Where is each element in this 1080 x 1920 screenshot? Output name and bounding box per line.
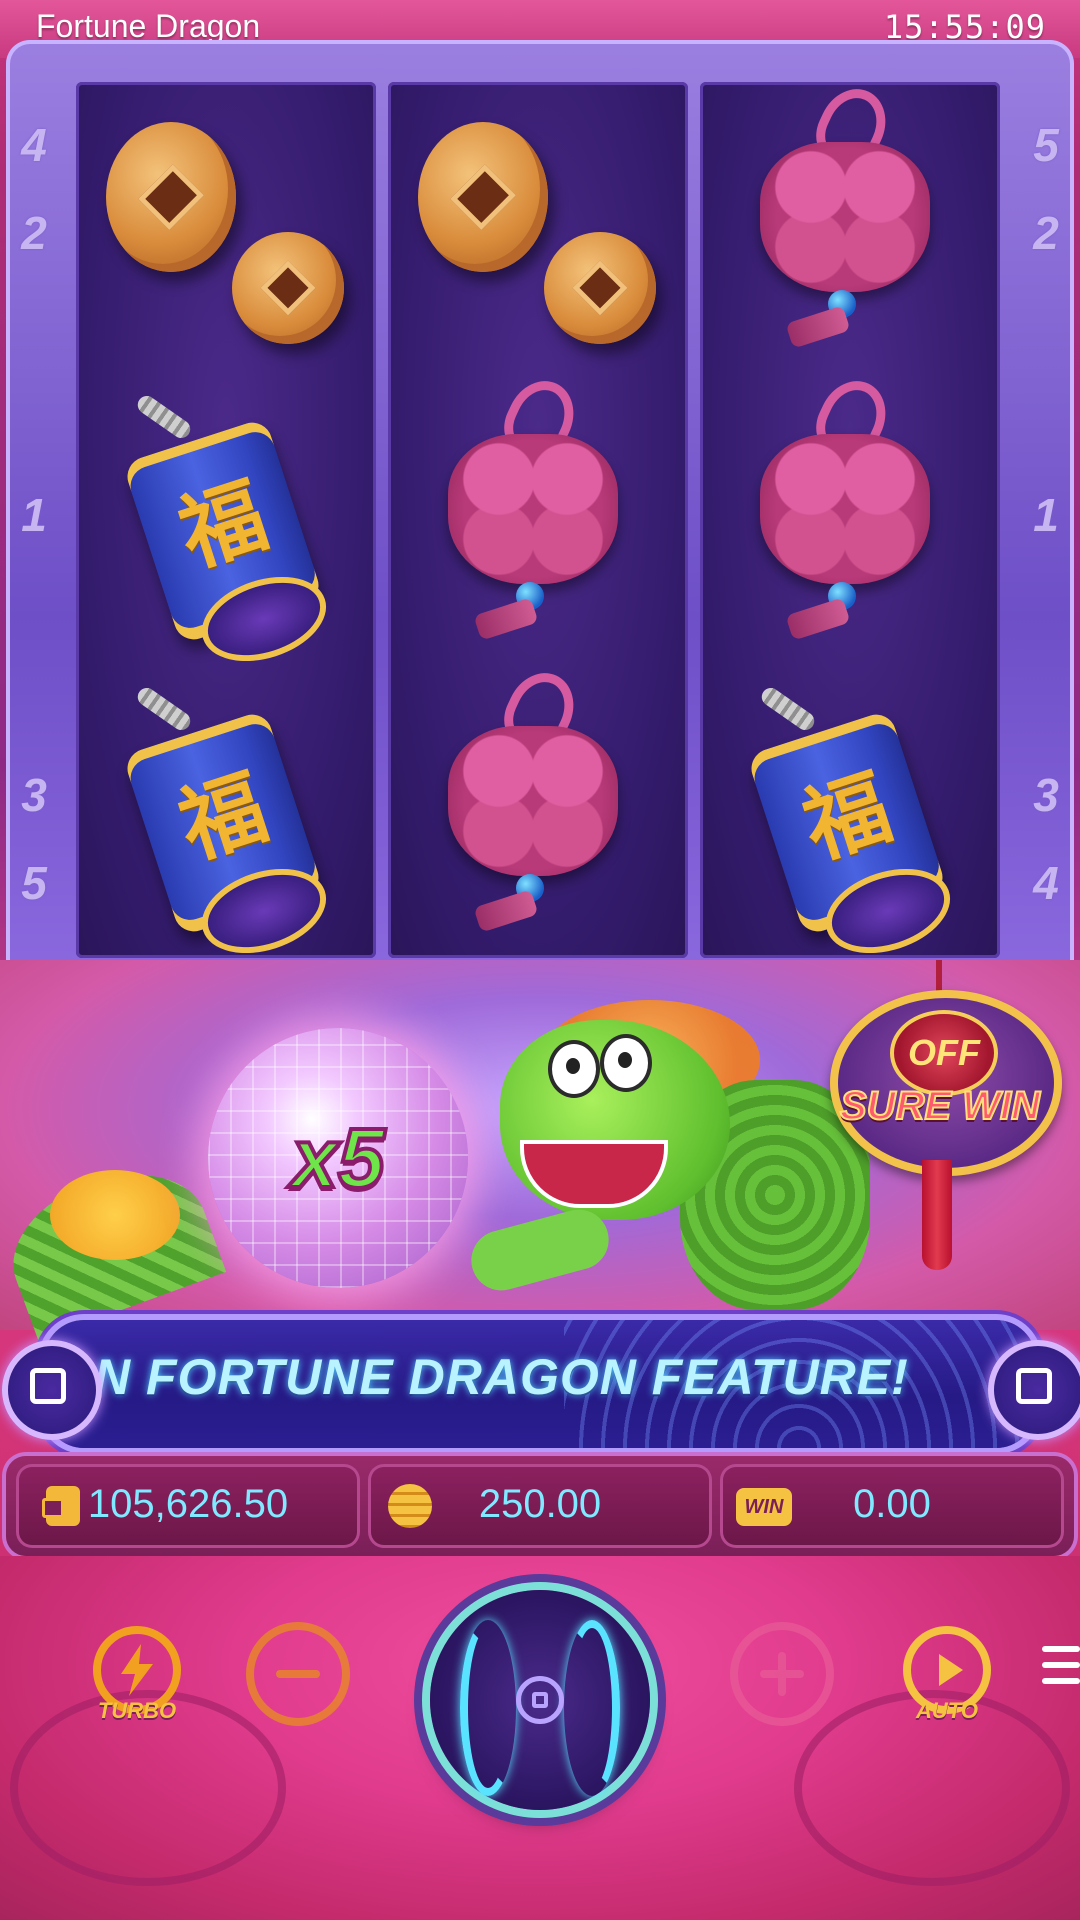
payline-number: 2: [21, 207, 47, 259]
coins-symbol: [76, 82, 376, 374]
menu-button[interactable]: [1040, 1646, 1080, 1686]
ticker-right-button[interactable]: [988, 1340, 1080, 1440]
spin-arrow-icon: [564, 1620, 620, 1796]
payline-number: 3: [1033, 769, 1059, 821]
payline-number: 5: [21, 857, 47, 909]
payline-number: 4: [21, 119, 47, 171]
bet-value: 250.00: [478, 1482, 602, 1526]
reel-2: [388, 82, 688, 958]
chinese-knot-symbol: [388, 370, 688, 666]
turbo-label: TURBO: [97, 1698, 177, 1723]
menu-icon-line: [1042, 1678, 1080, 1684]
menu-icon-line: [1042, 1662, 1080, 1668]
reel-1: 福 福: [76, 82, 376, 968]
win-value: 0.00: [853, 1482, 931, 1526]
dragon-eye: [600, 1034, 652, 1092]
reel-3: 福: [700, 78, 1000, 968]
payline-number: 3: [21, 769, 47, 821]
chinese-knot-symbol: [700, 370, 1000, 666]
payline-number: 1: [21, 489, 47, 541]
dragon-eye: [548, 1040, 600, 1098]
decrease-bet-button[interactable]: [246, 1622, 350, 1726]
turbo-button[interactable]: TURBO: [82, 1626, 192, 1726]
badge-tassel: [922, 1160, 952, 1270]
balance-panel[interactable]: 105,626.50: [16, 1464, 360, 1548]
spin-arrow-icon: [460, 1620, 516, 1796]
ticker-left-button[interactable]: [2, 1340, 102, 1440]
payline-number: 2: [1033, 207, 1059, 259]
chinese-knot-symbol: [700, 78, 1000, 374]
win-panel[interactable]: WIN 0.00: [720, 1464, 1064, 1548]
payline-number: 5: [1033, 119, 1059, 171]
payline-number: 4: [1033, 857, 1059, 909]
auto-label: AUTO: [916, 1698, 978, 1723]
dragon-tail-tip: [50, 1170, 180, 1260]
firecracker-symbol: 福: [76, 666, 376, 968]
payline-number: 1: [1033, 489, 1059, 541]
increase-bet-button[interactable]: [730, 1622, 834, 1726]
bet-panel[interactable]: 250.00: [368, 1464, 712, 1548]
feature-ticker: N FORTUNE DRAGON FEATURE!: [44, 1320, 1036, 1448]
coins-symbol: [388, 82, 688, 374]
firecracker-symbol: 福: [700, 666, 1000, 968]
chinese-knot-symbol: [388, 662, 688, 958]
spin-button[interactable]: [430, 1590, 650, 1810]
spin-center-icon: [516, 1676, 564, 1724]
auto-button[interactable]: AUTO: [892, 1626, 1002, 1726]
sure-win-label[interactable]: SURE WIN: [832, 1083, 1048, 1129]
ticker-text: N FORTUNE DRAGON FEATURE!: [94, 1349, 909, 1405]
balance-value: 105,626.50: [87, 1482, 289, 1526]
multiplier-label: x5: [289, 1109, 386, 1207]
firecracker-symbol: 福: [76, 374, 376, 676]
menu-icon: [1042, 1646, 1080, 1652]
